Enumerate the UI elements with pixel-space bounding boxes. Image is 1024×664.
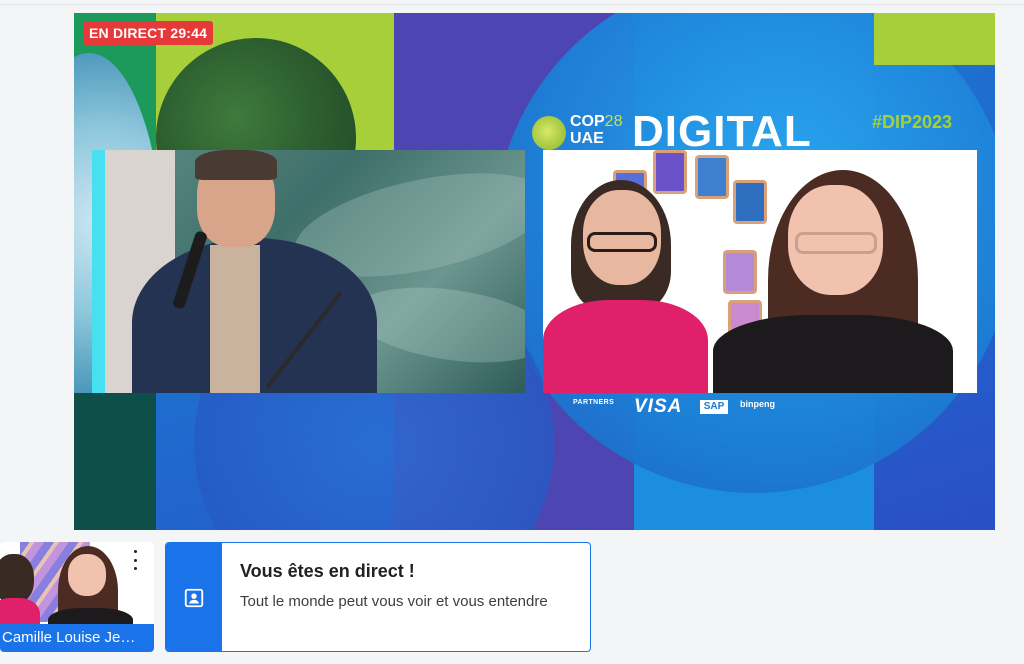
gem [733,180,767,224]
background-block [74,393,156,530]
speaker-hair [195,150,277,180]
person-frame-icon [184,588,204,608]
partner-logo-binpeng: binpeng [740,399,775,409]
notice-body: Tout le monde peut vous voir et vous ent… [240,593,548,610]
top-divider [0,4,1024,5]
live-notice-card: Vous êtes en direct ! Tout le monde peut… [165,542,591,652]
speaker-shirt [210,245,260,393]
partner-logo-visa: VISA [634,396,683,417]
notice-title: Vous êtes en direct ! [240,561,415,581]
notice-icon-panel [166,543,222,651]
gem [695,155,729,199]
guests-video-tile[interactable] [543,150,977,393]
background-block [874,13,995,65]
thumbnail-guest-two-face [68,554,106,596]
partner-logo-sap: SAP [700,400,728,414]
guest-two-body [713,315,953,393]
guest-one-body [543,300,708,393]
cop-label: COP28 [570,113,623,130]
thumbnail-guest-one [0,554,34,604]
guest-one-glasses [587,232,657,252]
cop28-logo-icon [532,116,566,150]
cop-region: UAE [570,130,604,147]
event-hashtag: #DIP2023 [872,112,953,132]
live-timer-badge: EN DIRECT 29:44 [83,21,214,45]
gem [653,150,687,194]
tile-accent-stripe [92,150,105,393]
live-stream-stage[interactable]: EN DIRECT 29:44 COP28 UAE DIGITAL #DIP20… [74,13,995,530]
guest-two-glasses [795,232,877,254]
self-view-thumbnail[interactable]: Camille Louise Je… [0,542,154,652]
event-title: DIGITAL [632,107,812,156]
partners-label: PARTNERS [573,399,615,406]
participant-name: Camille Louise Je… [0,624,154,652]
speaker-video-tile[interactable] [92,150,525,393]
more-vertical-icon[interactable] [128,550,142,570]
gem [723,250,757,294]
